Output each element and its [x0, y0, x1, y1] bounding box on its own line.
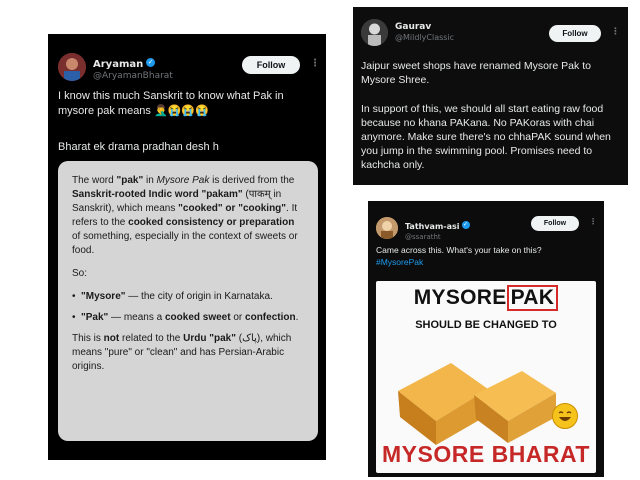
embedded-answer-box: The word "pak" in Mysore Pak is derived …: [58, 161, 318, 441]
tweet-text: I know this much Sanskrit to know what P…: [58, 90, 284, 117]
user-name[interactable]: Gaurav: [395, 22, 454, 33]
more-options-icon[interactable]: ⋮: [611, 27, 620, 37]
tweet-text-second: Bharat ek drama pradhan desh h: [58, 141, 219, 153]
avatar-image: [361, 19, 388, 46]
pak-highlight-box: PAK: [506, 285, 559, 311]
tweet-card-gaurav: Gaurav @MildlyClassic Follow ⋮ Jaipur sw…: [353, 7, 628, 185]
avatar[interactable]: [376, 216, 398, 239]
laughing-emoji-icon: [552, 403, 578, 429]
tweet-header: Aryaman ✓ @AryamanBharat: [58, 52, 173, 82]
answer-list: "Mysore" — the city of origin in Karnata…: [72, 290, 304, 325]
follow-button[interactable]: Follow: [242, 56, 300, 74]
meme-title: MYSORE PAK: [376, 285, 596, 311]
mysore-pak-sweet-image: [398, 363, 556, 445]
tweet-card-tathvam-asi: Tathvam-asi ✓ @ssaratht Follow ⋮ Came acr…: [368, 201, 604, 477]
tweet-card-aryaman: Aryaman ✓ @AryamanBharat Follow ⋮ I know …: [48, 34, 326, 460]
avatar-image: [376, 216, 398, 239]
meme-bottom-text: MYSORE BHARAT: [382, 441, 590, 467]
tweet-text: Jaipur sweet shops have renamed Mysore P…: [361, 60, 591, 86]
hashtag-link[interactable]: #MysorePak: [376, 256, 423, 268]
follow-button[interactable]: Follow: [531, 216, 579, 231]
tweet-text: Came across this. What's your take on th…: [376, 245, 542, 255]
more-options-icon[interactable]: ⋮: [310, 58, 320, 69]
verified-badge-icon: ✓: [146, 58, 156, 67]
list-item: "Pak" — means a cooked sweet or confecti…: [72, 311, 304, 325]
user-name[interactable]: Aryaman: [93, 59, 143, 70]
answer-paragraph-last: This is not related to the Urdu "pak" (پ…: [72, 333, 292, 372]
follow-button[interactable]: Follow: [549, 25, 601, 42]
answer-so: So:: [72, 268, 88, 279]
more-options-icon[interactable]: ⋮: [589, 217, 597, 226]
tweet-header: Gaurav @MildlyClassic: [361, 19, 454, 46]
list-item: "Mysore" — the city of origin in Karnata…: [72, 290, 304, 304]
user-handle[interactable]: @MildlyClassic: [395, 33, 454, 43]
meme-subtitle: SHOULD BE CHANGED TO: [415, 319, 557, 331]
tweet-header: Tathvam-asi ✓ @ssaratht: [376, 214, 470, 242]
avatar-image: [58, 52, 86, 81]
verified-badge-icon: ✓: [461, 220, 470, 229]
tweet-text-second: In support of this, we should all start …: [361, 103, 611, 171]
meme-image[interactable]: MYSORE PAK SHOULD BE CHANGED TO MYSORE BH…: [376, 281, 596, 473]
avatar[interactable]: [58, 52, 86, 81]
user-name[interactable]: Tathvam-asi: [405, 222, 460, 231]
user-handle[interactable]: @AryamanBharat: [93, 71, 173, 82]
avatar[interactable]: [361, 19, 388, 46]
answer-paragraph: The word "pak" in Mysore Pak is derived …: [72, 175, 298, 256]
user-handle[interactable]: @ssaratht: [405, 233, 470, 241]
